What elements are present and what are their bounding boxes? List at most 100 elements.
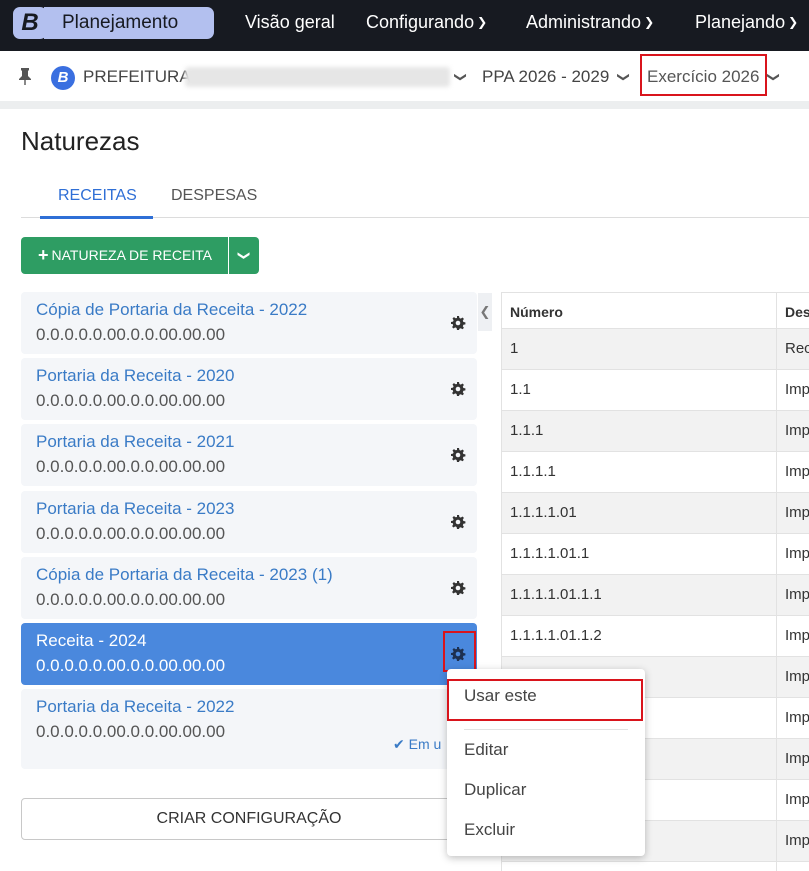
column-divider [776, 821, 777, 861]
nav-administrando[interactable]: Administrando ❯ [526, 10, 654, 34]
menu-divider [464, 729, 628, 730]
column-divider [776, 739, 777, 779]
divider [0, 101, 809, 109]
gear-icon[interactable] [450, 447, 466, 463]
gear-icon[interactable] [450, 514, 466, 530]
column-divider [776, 452, 777, 492]
column-divider [776, 862, 777, 871]
status-label: Em u [408, 736, 442, 752]
cell-descricao: Imp [785, 668, 809, 685]
column-divider [776, 698, 777, 738]
pin-icon[interactable] [18, 67, 32, 85]
cell-numero: 1.1.1.1.01 [510, 504, 577, 521]
chevron-left-icon: ❮ [479, 304, 491, 319]
config-code: 0.0.0.0.0.00.0.0.00.00.00 [36, 325, 226, 344]
cell-numero: 1.1.1.1.01.1.1 [510, 586, 602, 603]
config-title: Portaria da Receita - 2022 [36, 697, 235, 716]
config-card[interactable]: Portaria da Receita - 2020 0.0.0.0.0.00.… [21, 358, 477, 420]
entity-logo: B [51, 66, 75, 90]
cell-descricao: Imp [785, 504, 809, 521]
cell-descricao: Imp [785, 586, 809, 603]
column-divider [776, 370, 777, 410]
column-divider [776, 657, 777, 697]
table-row[interactable]: 1 Rec [501, 329, 809, 370]
cell-descricao: Imp [785, 381, 809, 398]
app-logo[interactable]: B [13, 7, 47, 39]
config-code: 0.0.0.0.0.00.0.0.00.00.00 [36, 391, 226, 410]
config-title: Cópia de Portaria da Receita - 2022 [36, 300, 308, 319]
nav-label: Visão geral [245, 12, 335, 32]
entity-selector[interactable]: PREFEITURA [83, 66, 191, 88]
header-numero[interactable]: Número [510, 304, 563, 320]
add-button-label: NATUREZA DE RECEITA [51, 247, 213, 263]
gear-icon[interactable] [450, 315, 466, 331]
menu-item-duplicar[interactable]: Duplicar [464, 780, 526, 800]
header-descricao[interactable]: Des [785, 304, 809, 320]
cell-descricao: Imp [785, 750, 809, 767]
config-code: 0.0.0.0.0.00.0.0.00.00.00 [36, 590, 226, 609]
column-divider [776, 493, 777, 533]
config-title: Portaria da Receita - 2020 [36, 366, 235, 385]
nav-visao-geral[interactable]: Visão geral [245, 10, 335, 34]
page-title: Naturezas [21, 126, 140, 156]
add-natureza-button[interactable]: + NATUREZA DE RECEITA [21, 237, 228, 274]
menu-item-excluir[interactable]: Excluir [464, 820, 515, 840]
config-card[interactable]: Portaria da Receita - 2022 0.0.0.0.0.00.… [21, 689, 477, 769]
config-card[interactable]: Portaria da Receita - 2023 0.0.0.0.0.00.… [21, 491, 477, 553]
chevron-down-icon: ❯ [237, 250, 252, 261]
config-title: Portaria da Receita - 2023 [36, 499, 235, 518]
config-code: 0.0.0.0.0.00.0.0.00.00.00 [36, 524, 226, 543]
chevron-down-icon: ❯ [477, 15, 488, 29]
column-divider [776, 575, 777, 615]
table-row[interactable]: 1.1.1.1.01 Imp [501, 493, 809, 534]
column-divider [776, 411, 777, 451]
config-card[interactable]: Portaria da Receita - 2021 0.0.0.0.0.00.… [21, 424, 477, 486]
tab-despesas[interactable]: DESPESAS [171, 185, 257, 207]
column-divider [776, 329, 777, 369]
chevron-down-icon[interactable]: ❯ [613, 72, 635, 82]
active-tab-indicator [40, 216, 153, 219]
config-card-selected[interactable]: Receita - 2024 0.0.0.0.0.00.0.0.00.00.00 [21, 623, 477, 685]
menu-item-editar[interactable]: Editar [464, 740, 508, 760]
nav-label: Administrando [526, 12, 642, 32]
table-row[interactable]: 1.1.1.1.01.1 Imp [501, 534, 809, 575]
nav-planejando[interactable]: Planejando ❯ [695, 10, 798, 34]
cell-descricao: Imp [785, 791, 809, 808]
cell-descricao: Imp [785, 463, 809, 480]
entity-name-redacted [185, 67, 450, 87]
app-switcher[interactable]: Planejamento [44, 7, 214, 39]
config-card[interactable]: Cópia de Portaria da Receita - 2023 (1) … [21, 557, 477, 619]
config-code: 0.0.0.0.0.00.0.0.00.00.00 [36, 722, 226, 741]
create-config-button[interactable]: CRIAR CONFIGURAÇÃO [21, 798, 477, 840]
cell-numero: 1.1.1 [510, 422, 544, 439]
cell-descricao: Imp [785, 422, 809, 439]
in-use-badge: ✔ Em u [393, 736, 441, 753]
cell-descricao: Imp [785, 545, 809, 562]
cell-numero: 1 [510, 340, 519, 357]
add-options-dropdown[interactable]: ❯ [229, 237, 259, 274]
table-row[interactable]: 1.1.1 Imp [501, 411, 809, 452]
exercise-highlight [640, 54, 767, 96]
cell-descricao: Imp [785, 709, 809, 726]
table-row[interactable]: 1.1.1.1.01.1.1 Imp [501, 575, 809, 616]
gear-icon[interactable] [450, 580, 466, 596]
ppa-selector[interactable]: PPA 2026 - 2029 [482, 66, 609, 88]
config-card[interactable]: Cópia de Portaria da Receita - 2022 0.0.… [21, 292, 477, 354]
config-code: 0.0.0.0.0.00.0.0.00.00.00 [36, 656, 226, 675]
table-row[interactable]: 1.1.1.1 Imp [501, 452, 809, 493]
usar-este-highlight [447, 679, 643, 721]
column-divider [776, 293, 777, 328]
collapse-panel-toggle[interactable]: ❮ [478, 293, 492, 331]
tab-receitas[interactable]: RECEITAS [58, 185, 137, 207]
cell-numero: 1.1.1.1.01.1.2 [510, 627, 602, 644]
table-row[interactable]: 1.1.1.1.01.1.2 Imp [501, 616, 809, 657]
cell-descricao: Imp [785, 832, 809, 849]
table-row[interactable]: Imp [501, 862, 809, 871]
chevron-down-icon[interactable]: ❯ [450, 72, 472, 82]
gear-icon[interactable] [450, 381, 466, 397]
nav-configurando[interactable]: Configurando ❯ [366, 10, 487, 34]
plus-icon: + [38, 245, 49, 265]
table-row[interactable]: 1.1 Imp [501, 370, 809, 411]
nav-label: Planejando [695, 12, 786, 32]
cell-numero: 1.1.1.1 [510, 463, 556, 480]
